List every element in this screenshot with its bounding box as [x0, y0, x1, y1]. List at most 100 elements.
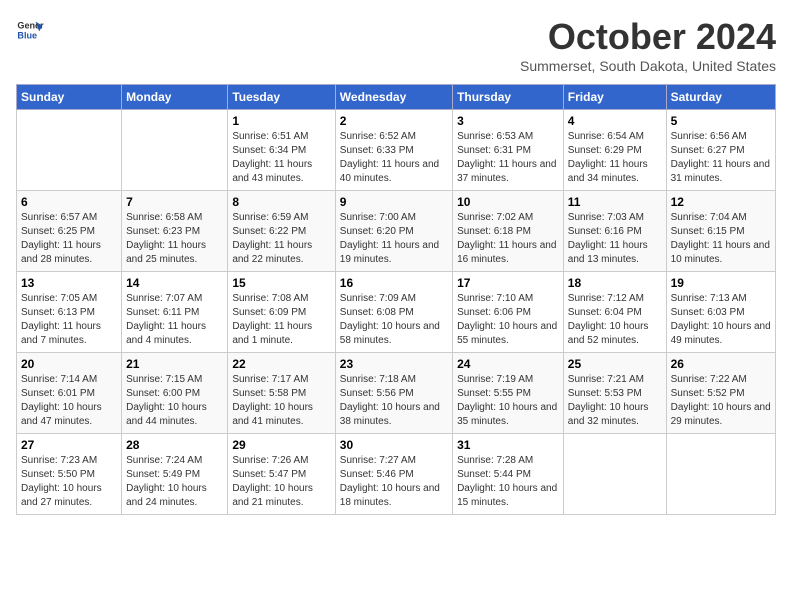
day-number: 16: [340, 276, 448, 290]
day-number: 20: [21, 357, 117, 371]
day-info: Sunrise: 6:57 AMSunset: 6:25 PMDaylight:…: [21, 212, 101, 265]
day-cell: 12 Sunrise: 7:04 AMSunset: 6:15 PMDayligh…: [666, 191, 775, 272]
day-info: Sunrise: 7:18 AMSunset: 5:56 PMDaylight:…: [340, 374, 440, 427]
day-info: Sunrise: 7:00 AMSunset: 6:20 PMDaylight:…: [340, 212, 439, 265]
day-number: 4: [568, 114, 662, 128]
day-number: 9: [340, 195, 448, 209]
day-cell: 19Sunrise: 7:13 AMSunset: 6:03 PMDayligh…: [666, 272, 775, 353]
logo-icon: General Blue: [16, 16, 44, 44]
day-info: Sunrise: 7:14 AMSunset: 6:01 PMDaylight:…: [21, 374, 102, 427]
day-number: 8: [232, 195, 330, 209]
week-row-1: 1 Sunrise: 6:51 AMSunset: 6:34 PMDaylight…: [17, 110, 776, 191]
day-info: Sunrise: 6:51 AMSunset: 6:34 PMDaylight:…: [232, 131, 312, 184]
day-info: Sunrise: 7:04 AMSunset: 6:15 PMDaylight:…: [671, 212, 770, 265]
day-info: Sunrise: 6:58 AMSunset: 6:23 PMDaylight:…: [126, 212, 206, 265]
day-cell: 6 Sunrise: 6:57 AMSunset: 6:25 PMDaylight…: [17, 191, 122, 272]
day-number: 10: [457, 195, 559, 209]
day-cell: 30 Sunrise: 7:27 AMSunset: 5:46 PMDayligh…: [335, 434, 452, 515]
day-number: 24: [457, 357, 559, 371]
day-cell: 8 Sunrise: 6:59 AMSunset: 6:22 PMDaylight…: [228, 191, 335, 272]
calendar-header: SundayMondayTuesdayWednesdayThursdayFrid…: [17, 85, 776, 110]
day-cell: [666, 434, 775, 515]
day-cell: 27 Sunrise: 7:23 AMSunset: 5:50 PMDayligh…: [17, 434, 122, 515]
header-day-friday: Friday: [563, 85, 666, 110]
day-cell: 29Sunrise: 7:26 AMSunset: 5:47 PMDayligh…: [228, 434, 335, 515]
calendar-body: 1 Sunrise: 6:51 AMSunset: 6:34 PMDaylight…: [17, 110, 776, 515]
week-row-5: 27 Sunrise: 7:23 AMSunset: 5:50 PMDayligh…: [17, 434, 776, 515]
day-info: Sunrise: 7:10 AMSunset: 6:06 PMDaylight:…: [457, 293, 557, 346]
day-info: Sunrise: 6:52 AMSunset: 6:33 PMDaylight:…: [340, 131, 439, 184]
calendar-table: SundayMondayTuesdayWednesdayThursdayFrid…: [16, 84, 776, 515]
day-info: Sunrise: 7:05 AMSunset: 6:13 PMDaylight:…: [21, 293, 101, 346]
day-cell: 17 Sunrise: 7:10 AMSunset: 6:06 PMDayligh…: [453, 272, 564, 353]
day-cell: 28Sunrise: 7:24 AMSunset: 5:49 PMDayligh…: [122, 434, 228, 515]
day-cell: 5Sunrise: 6:56 AMSunset: 6:27 PMDaylight…: [666, 110, 775, 191]
day-info: Sunrise: 7:21 AMSunset: 5:53 PMDaylight:…: [568, 374, 649, 427]
header-day-saturday: Saturday: [666, 85, 775, 110]
week-row-2: 6 Sunrise: 6:57 AMSunset: 6:25 PMDaylight…: [17, 191, 776, 272]
day-number: 19: [671, 276, 771, 290]
day-cell: 21 Sunrise: 7:15 AMSunset: 6:00 PMDayligh…: [122, 353, 228, 434]
day-info: Sunrise: 7:02 AMSunset: 6:18 PMDaylight:…: [457, 212, 556, 265]
day-number: 30: [340, 438, 448, 452]
day-number: 17: [457, 276, 559, 290]
header-row: SundayMondayTuesdayWednesdayThursdayFrid…: [17, 85, 776, 110]
day-info: Sunrise: 7:26 AMSunset: 5:47 PMDaylight:…: [232, 455, 313, 508]
day-cell: 2 Sunrise: 6:52 AMSunset: 6:33 PMDaylight…: [335, 110, 452, 191]
day-number: 6: [21, 195, 117, 209]
day-info: Sunrise: 7:03 AMSunset: 6:16 PMDaylight:…: [568, 212, 648, 265]
day-info: Sunrise: 7:24 AMSunset: 5:49 PMDaylight:…: [126, 455, 207, 508]
day-cell: 11 Sunrise: 7:03 AMSunset: 6:16 PMDayligh…: [563, 191, 666, 272]
header-day-monday: Monday: [122, 85, 228, 110]
day-info: Sunrise: 7:09 AMSunset: 6:08 PMDaylight:…: [340, 293, 440, 346]
day-cell: 14 Sunrise: 7:07 AMSunset: 6:11 PMDayligh…: [122, 272, 228, 353]
day-info: Sunrise: 6:53 AMSunset: 6:31 PMDaylight:…: [457, 131, 556, 184]
day-cell: 26 Sunrise: 7:22 AMSunset: 5:52 PMDayligh…: [666, 353, 775, 434]
day-number: 23: [340, 357, 448, 371]
day-cell: 4Sunrise: 6:54 AMSunset: 6:29 PMDaylight…: [563, 110, 666, 191]
day-number: 3: [457, 114, 559, 128]
day-cell: 23 Sunrise: 7:18 AMSunset: 5:56 PMDayligh…: [335, 353, 452, 434]
day-cell: 25Sunrise: 7:21 AMSunset: 5:53 PMDayligh…: [563, 353, 666, 434]
day-info: Sunrise: 7:28 AMSunset: 5:44 PMDaylight:…: [457, 455, 557, 508]
day-info: Sunrise: 7:23 AMSunset: 5:50 PMDaylight:…: [21, 455, 102, 508]
subtitle: Summerset, South Dakota, United States: [520, 58, 776, 74]
day-number: 11: [568, 195, 662, 209]
day-number: 12: [671, 195, 771, 209]
day-info: Sunrise: 6:59 AMSunset: 6:22 PMDaylight:…: [232, 212, 312, 265]
day-cell: 15 Sunrise: 7:08 AMSunset: 6:09 PMDayligh…: [228, 272, 335, 353]
day-number: 14: [126, 276, 223, 290]
day-number: 15: [232, 276, 330, 290]
header-day-thursday: Thursday: [453, 85, 564, 110]
day-cell: 18Sunrise: 7:12 AMSunset: 6:04 PMDayligh…: [563, 272, 666, 353]
day-info: Sunrise: 7:12 AMSunset: 6:04 PMDaylight:…: [568, 293, 649, 346]
day-cell: 20 Sunrise: 7:14 AMSunset: 6:01 PMDayligh…: [17, 353, 122, 434]
day-number: 21: [126, 357, 223, 371]
day-info: Sunrise: 7:27 AMSunset: 5:46 PMDaylight:…: [340, 455, 440, 508]
day-number: 1: [232, 114, 330, 128]
day-number: 13: [21, 276, 117, 290]
day-number: 26: [671, 357, 771, 371]
day-number: 27: [21, 438, 117, 452]
day-number: 2: [340, 114, 448, 128]
day-cell: 10 Sunrise: 7:02 AMSunset: 6:18 PMDayligh…: [453, 191, 564, 272]
week-row-4: 20 Sunrise: 7:14 AMSunset: 6:01 PMDayligh…: [17, 353, 776, 434]
day-cell: 3 Sunrise: 6:53 AMSunset: 6:31 PMDaylight…: [453, 110, 564, 191]
day-cell: 31Sunrise: 7:28 AMSunset: 5:44 PMDayligh…: [453, 434, 564, 515]
day-cell: 22Sunrise: 7:17 AMSunset: 5:58 PMDayligh…: [228, 353, 335, 434]
day-cell: 7 Sunrise: 6:58 AMSunset: 6:23 PMDaylight…: [122, 191, 228, 272]
day-info: Sunrise: 7:22 AMSunset: 5:52 PMDaylight:…: [671, 374, 771, 427]
header-day-tuesday: Tuesday: [228, 85, 335, 110]
day-info: Sunrise: 7:07 AMSunset: 6:11 PMDaylight:…: [126, 293, 206, 346]
day-cell: 13 Sunrise: 7:05 AMSunset: 6:13 PMDayligh…: [17, 272, 122, 353]
svg-text:Blue: Blue: [17, 30, 37, 40]
day-cell: 9 Sunrise: 7:00 AMSunset: 6:20 PMDaylight…: [335, 191, 452, 272]
day-cell: [17, 110, 122, 191]
day-info: Sunrise: 7:17 AMSunset: 5:58 PMDaylight:…: [232, 374, 313, 427]
header: General Blue October 2024 Summerset, Sou…: [16, 16, 776, 74]
logo: General Blue: [16, 16, 44, 44]
day-info: Sunrise: 7:08 AMSunset: 6:09 PMDaylight:…: [232, 293, 312, 346]
day-number: 7: [126, 195, 223, 209]
day-info: Sunrise: 7:15 AMSunset: 6:00 PMDaylight:…: [126, 374, 207, 427]
day-cell: [122, 110, 228, 191]
